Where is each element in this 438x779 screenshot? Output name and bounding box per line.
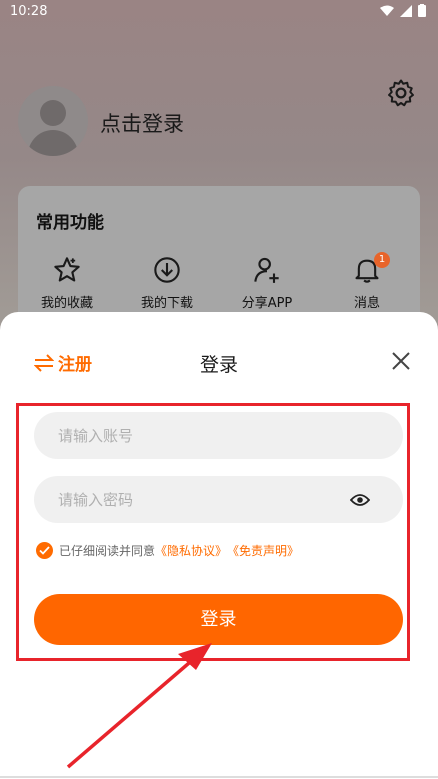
wifi-icon: [380, 5, 394, 16]
agreement-row: 已仔细阅读并同意 《隐私协议》 《免责声明》: [36, 542, 299, 559]
share-app-item[interactable]: 分享APP: [222, 256, 312, 311]
home-indicator: [0, 776, 438, 778]
functions-title: 常用功能: [36, 213, 104, 233]
message-badge: 1: [374, 252, 390, 268]
add-user-icon: [254, 257, 279, 283]
login-bottom-sheet: 注册 登录 已仔细阅读并同意 《隐私协议》 《免责声明》 登录: [0, 312, 438, 779]
favorites-label: 我的收藏: [40, 296, 93, 311]
disclaimer-link[interactable]: 《免责声明》: [227, 542, 299, 559]
messages-item[interactable]: 1 消息: [322, 252, 412, 311]
eye-icon[interactable]: [350, 492, 370, 508]
avatar-body: [28, 130, 78, 156]
star-icon: [54, 257, 80, 282]
avatar[interactable]: [18, 86, 88, 156]
sheet-title: 登录: [199, 354, 238, 376]
login-prompt[interactable]: 点击登录: [100, 108, 184, 138]
signal-icon: [400, 4, 412, 17]
status-icons: [380, 4, 426, 17]
status-time: 10:28: [10, 4, 48, 19]
battery-icon: [418, 4, 426, 17]
downloads-label: 我的下载: [140, 296, 193, 311]
status-bar: 10:28: [0, 0, 438, 26]
account-input[interactable]: [34, 412, 403, 459]
avatar-head: [40, 100, 66, 126]
privacy-link[interactable]: 《隐私协议》: [155, 542, 227, 559]
downloads-item[interactable]: 我的下载: [122, 256, 212, 311]
agree-checkbox[interactable]: [36, 542, 53, 559]
close-icon[interactable]: [390, 350, 412, 372]
agree-text: 已仔细阅读并同意: [59, 544, 156, 558]
share-app-label: 分享APP: [241, 296, 293, 311]
password-input[interactable]: [34, 476, 403, 523]
download-icon: [154, 257, 180, 283]
settings-gear-icon[interactable]: [386, 78, 416, 108]
check-icon: [39, 546, 50, 555]
login-button[interactable]: 登录: [34, 594, 403, 645]
favorites-item[interactable]: 我的收藏: [22, 256, 112, 311]
messages-label: 消息: [353, 296, 380, 311]
